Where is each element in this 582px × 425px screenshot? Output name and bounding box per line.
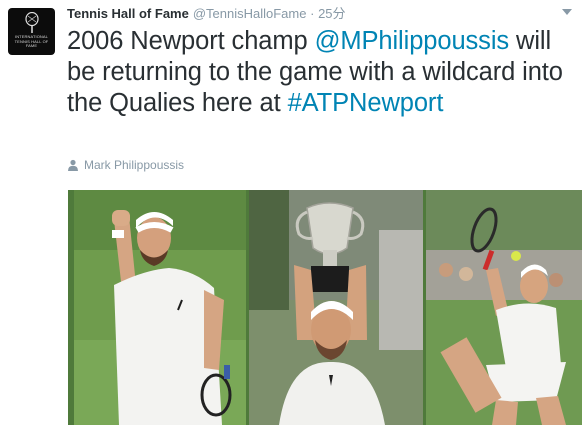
serve-photo[interactable] [426, 190, 582, 425]
trophy-photo[interactable] [249, 190, 423, 425]
tweet-text-part: 2006 Newport champ [67, 27, 315, 55]
author-name[interactable]: Tennis Hall of Fame [67, 6, 189, 21]
tagged-user[interactable]: Mark Philippoussis [67, 156, 184, 174]
tagged-user-name: Mark Philippoussis [84, 158, 185, 172]
tweet-text: 2006 Newport champ @MPhilippoussis will … [67, 26, 567, 119]
person-icon [68, 159, 78, 171]
photo-collage[interactable] [68, 190, 582, 425]
chevron-down-icon[interactable] [562, 9, 572, 15]
tennis-hall-of-fame-logo-icon [24, 12, 39, 33]
avatar[interactable]: INTERNATIONAL TENNIS HALL OF FAME [8, 8, 55, 55]
hashtag-link[interactable]: #ATPNewport [288, 89, 444, 117]
separator-dot: · [310, 6, 315, 21]
tweet-header: Tennis Hall of Fame @TennisHalloFame · 25… [67, 6, 542, 24]
avatar-logo-text: INTERNATIONAL TENNIS HALL OF FAME [14, 34, 49, 48]
tweet-timestamp[interactable]: 25分 [318, 6, 345, 21]
mention-link[interactable]: @MPhilippoussis [315, 27, 510, 55]
fist-pump-photo[interactable] [74, 190, 246, 425]
author-handle[interactable]: @TennisHalloFame [193, 6, 307, 21]
